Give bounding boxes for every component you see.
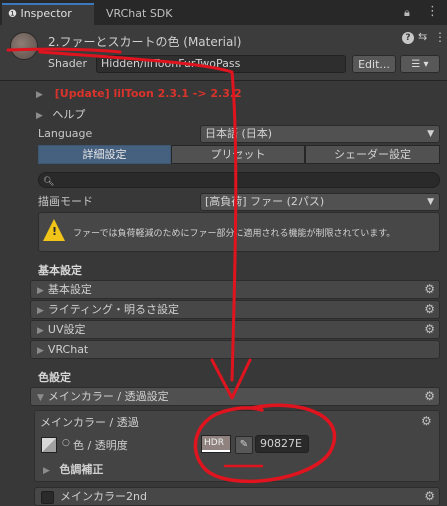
annotation-overlay — [6, 47, 337, 484]
annotation-arrow-line — [38, 50, 238, 382]
annotation-circle — [193, 403, 337, 484]
annotation-underline — [6, 47, 122, 54]
